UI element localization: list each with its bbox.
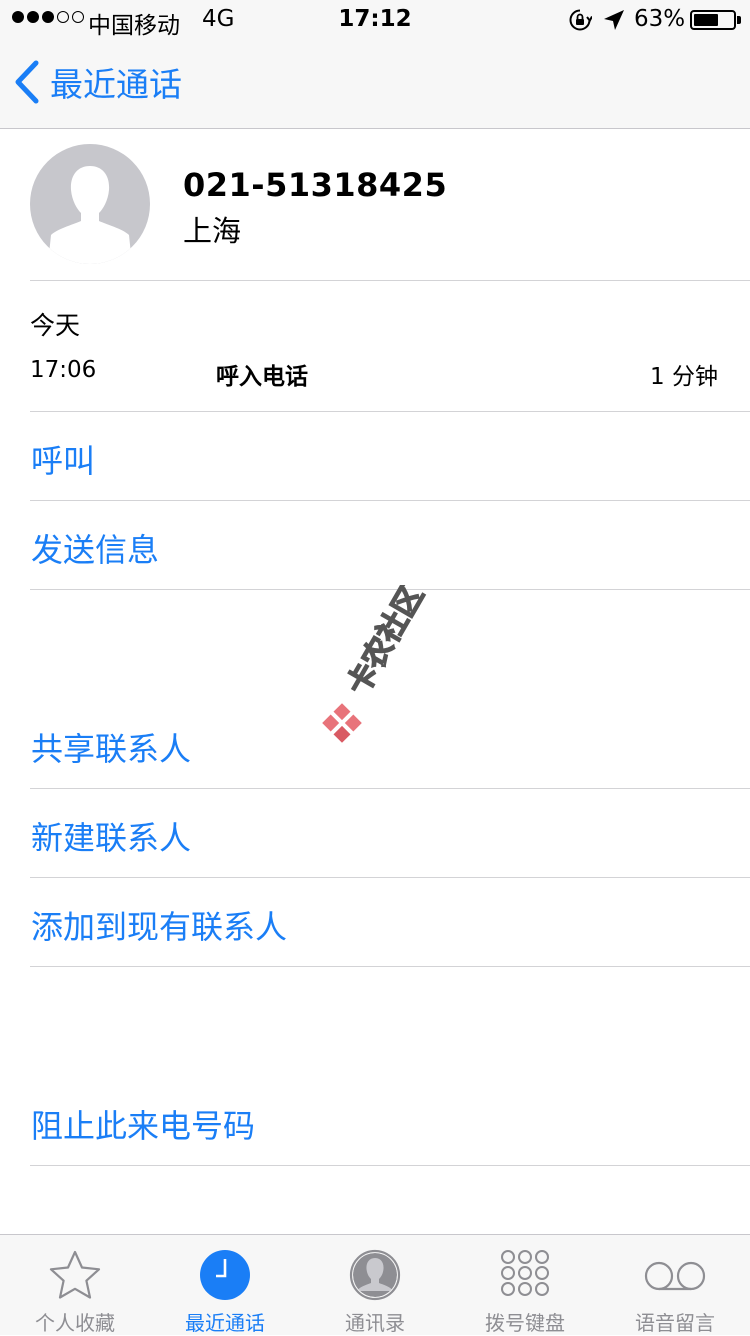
add-to-existing-contact-button[interactable]: 添加到现有联系人 <box>31 902 287 948</box>
new-contact-button[interactable]: 新建联系人 <box>31 813 191 859</box>
back-button[interactable]: 最近通话 <box>14 58 182 106</box>
tab-bar: 个人收藏 最近通话 通讯录 拨号键盘 语音留言 <box>0 1234 750 1335</box>
separator <box>30 280 750 281</box>
tab-recents[interactable]: 最近通话 <box>150 1235 300 1335</box>
battery-cap <box>737 16 741 24</box>
voicemail-icon <box>644 1261 706 1291</box>
block-caller-button[interactable]: 阻止此来电号码 <box>31 1101 255 1147</box>
rotation-lock-icon <box>569 9 592 31</box>
number-location: 上海 <box>183 214 242 248</box>
status-bar: 中国移动 4G 17:12 63% <box>0 0 750 40</box>
chevron-left-icon <box>15 60 39 104</box>
separator <box>30 411 750 412</box>
separator <box>30 500 750 501</box>
separator <box>30 966 750 967</box>
separator <box>30 1165 750 1166</box>
share-contact-button[interactable]: 共享联系人 <box>31 724 191 770</box>
watermark-logo: 卡农社区 <box>322 585 432 743</box>
keypad-icon <box>501 1250 549 1296</box>
tab-favorites[interactable]: 个人收藏 <box>0 1235 150 1335</box>
contacts-icon <box>349 1249 401 1301</box>
battery-percent: 63% <box>634 6 686 32</box>
call-day: 今天 <box>30 311 81 340</box>
star-icon <box>49 1250 101 1299</box>
tab-label: 个人收藏 <box>35 1311 115 1335</box>
back-label: 最近通话 <box>50 65 182 104</box>
call-duration: 1 分钟 <box>650 364 718 390</box>
phone-number: 021-51318425 <box>183 166 448 204</box>
separator <box>30 788 750 789</box>
send-message-button[interactable]: 发送信息 <box>31 525 159 571</box>
tab-label: 拨号键盘 <box>485 1311 565 1335</box>
separator <box>30 877 750 878</box>
battery-fill <box>694 14 718 26</box>
clock-icon <box>200 1250 250 1300</box>
person-silhouette-icon <box>30 144 150 264</box>
tab-keypad[interactable]: 拨号键盘 <box>450 1235 600 1335</box>
battery-icon <box>690 10 736 30</box>
tab-label: 语音留言 <box>635 1311 715 1335</box>
tab-label: 最近通话 <box>185 1311 265 1335</box>
call-time: 17:06 <box>30 357 97 383</box>
call-type: 呼入电话 <box>216 364 308 390</box>
tab-contacts[interactable]: 通讯录 <box>300 1235 450 1335</box>
tab-label: 通讯录 <box>345 1311 405 1335</box>
location-arrow-icon <box>604 10 624 30</box>
tab-voicemail[interactable]: 语音留言 <box>600 1235 750 1335</box>
call-button[interactable]: 呼叫 <box>31 436 95 482</box>
watermark-text: 卡农社区 <box>341 585 431 701</box>
